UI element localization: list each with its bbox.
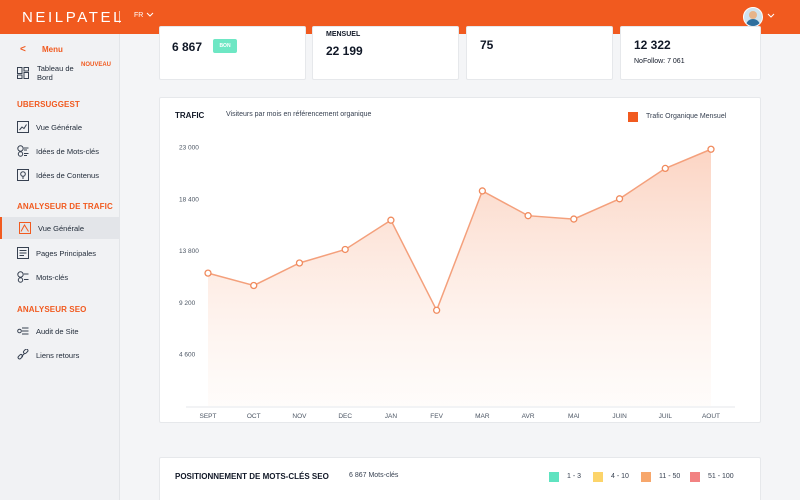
data-point-oct[interactable] (250, 281, 258, 290)
x-tick-label: DEC (338, 413, 352, 420)
traffic-chart: 23 000 18 400 13 800 9 200 4 600 SEPT OCT NOV DE… (179, 145, 735, 420)
x-tick-label: MAI (568, 413, 580, 420)
x-tick-label: MAR (475, 413, 490, 420)
x-tick-label: AOUT (702, 413, 720, 420)
data-point-aout[interactable] (707, 145, 715, 153)
data-point-jan[interactable] (387, 216, 395, 224)
y-tick-label: 18 400 (179, 196, 199, 203)
legend-label-rank-11-50[interactable]: 11 - 50 (659, 473, 680, 480)
y-tick-label: 13 800 (179, 248, 199, 255)
y-tick-label: 9 200 (179, 300, 196, 307)
legend-swatch-rank-11-50 (641, 472, 651, 482)
legend-label-rank-1-3[interactable]: 1 - 3 (567, 473, 581, 480)
y-tick-label: 4 600 (179, 352, 196, 359)
positions-count: 6 867 Mots-clés (349, 472, 399, 479)
y-tick-label: 23 000 (179, 145, 199, 152)
data-point-dec[interactable] (341, 245, 349, 254)
data-point-avr[interactable] (524, 212, 532, 220)
x-tick-label: JAN (385, 413, 398, 420)
x-tick-label: JUIL (659, 413, 673, 420)
data-point-juil[interactable] (661, 164, 669, 173)
legend-swatch-rank-51-100 (690, 472, 700, 482)
legend-swatch-rank-4-10 (593, 472, 603, 482)
x-tick-label: SEPT (200, 413, 217, 420)
x-tick-label: AVR (522, 413, 535, 420)
x-tick-label: JUIN (612, 413, 627, 420)
data-point-mai[interactable] (570, 215, 578, 223)
data-point-sept[interactable] (204, 269, 212, 277)
positions-title: POSITIONNEMENT DE MOTS-CLÉS SEO (175, 472, 329, 481)
data-point-nov[interactable] (295, 259, 304, 267)
legend-swatch-rank-1-3 (549, 472, 559, 482)
x-tick-label: FEV (430, 413, 443, 420)
legend-label-rank-51-100[interactable]: 51 - 100 (708, 473, 734, 480)
data-point-juin[interactable] (615, 195, 624, 203)
legend-label-rank-4-10[interactable]: 4 - 10 (611, 473, 629, 480)
x-tick-label: OCT (247, 413, 261, 420)
data-point-fev[interactable] (432, 306, 441, 314)
data-point-mar[interactable] (478, 187, 487, 195)
x-tick-label: NOV (292, 413, 307, 420)
